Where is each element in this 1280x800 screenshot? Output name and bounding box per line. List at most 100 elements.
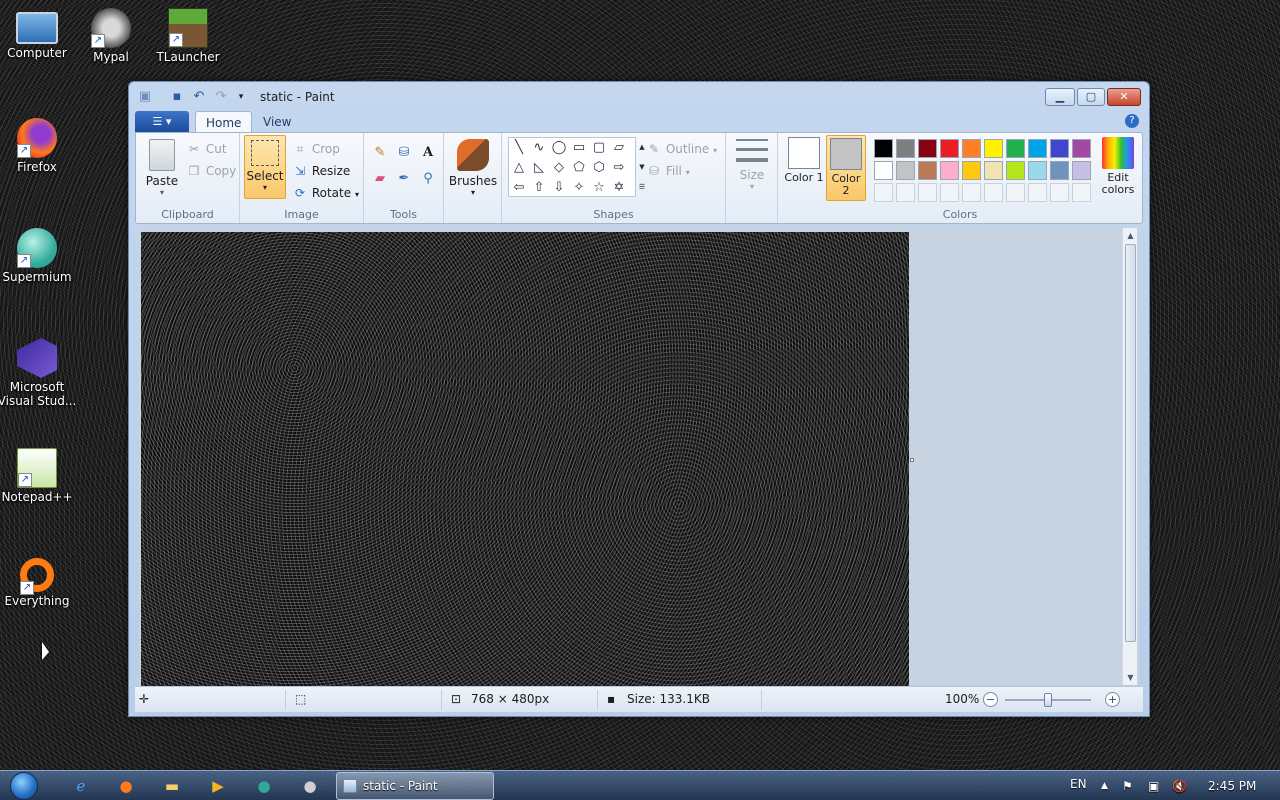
text-icon[interactable]: A xyxy=(418,143,438,163)
arrow-right-shape-icon[interactable]: ⇨ xyxy=(609,158,629,178)
custom-color-slot[interactable] xyxy=(940,183,959,202)
triangle-shape-icon[interactable]: △ xyxy=(509,158,529,178)
desktop-icon-supermium[interactable]: ↗ Supermium xyxy=(0,228,77,284)
desktop-icon-everything[interactable]: ↗ Everything xyxy=(0,558,77,608)
line-shape-icon[interactable]: ╲ xyxy=(509,138,529,158)
color-swatch[interactable] xyxy=(896,161,915,180)
desktop-icon-mypal[interactable]: ↗ Mypal xyxy=(71,8,151,64)
hexagon-shape-icon[interactable]: ⬡ xyxy=(589,158,609,178)
color-swatch[interactable] xyxy=(918,161,937,180)
mypal-taskbar-icon[interactable]: ● xyxy=(297,774,323,798)
undo-icon[interactable]: ↶ xyxy=(191,89,207,105)
color-swatch[interactable] xyxy=(1028,139,1047,158)
zoom-slider[interactable] xyxy=(1005,693,1091,707)
rounded-rect-shape-icon[interactable]: ▢ xyxy=(589,138,609,158)
right-triangle-shape-icon[interactable]: ◺ xyxy=(529,158,549,178)
color-swatch[interactable] xyxy=(940,139,959,158)
color-swatch[interactable] xyxy=(940,161,959,180)
canvas-resize-handle[interactable] xyxy=(910,458,914,462)
custom-color-slot[interactable] xyxy=(1006,183,1025,202)
supermium-taskbar-icon[interactable]: ● xyxy=(251,774,277,798)
desktop-icon-firefox[interactable]: ↗ Firefox xyxy=(0,118,77,174)
show-hidden-icons[interactable]: ▲ xyxy=(1101,778,1108,794)
polygon-shape-icon[interactable]: ⏥ xyxy=(609,138,629,158)
flag-icon[interactable]: ⚑ xyxy=(1122,778,1133,794)
drawing-canvas[interactable] xyxy=(141,232,909,686)
pencil-icon[interactable]: ✎ xyxy=(370,143,390,163)
custom-color-slot[interactable] xyxy=(918,183,937,202)
zoom-out-button[interactable]: − xyxy=(983,692,998,707)
zoom-slider-thumb[interactable] xyxy=(1044,693,1052,707)
tab-home[interactable]: Home xyxy=(195,111,253,133)
arrow-up-shape-icon[interactable]: ⇧ xyxy=(529,178,549,198)
crop-button[interactable]: ⌗ Crop xyxy=(292,141,340,157)
color-swatch[interactable] xyxy=(918,139,937,158)
tab-view[interactable]: View xyxy=(253,111,301,133)
color-swatch[interactable] xyxy=(962,139,981,158)
color-swatch[interactable] xyxy=(874,161,893,180)
color-swatch[interactable] xyxy=(1006,139,1025,158)
eraser-icon[interactable]: ▰ xyxy=(370,169,390,189)
edit-colors-button[interactable]: Edit colors xyxy=(1096,137,1140,201)
clock[interactable]: 2:45 PM xyxy=(1208,778,1256,794)
network-icon[interactable]: ▣ xyxy=(1148,778,1159,794)
desktop-icon-computer[interactable]: Computer xyxy=(0,8,77,60)
color2-button[interactable]: Color 2 xyxy=(826,135,866,201)
fill-button[interactable]: ⛁ Fill ▾ xyxy=(646,163,690,181)
scroll-down-icon[interactable]: ▼ xyxy=(1123,670,1138,685)
title-bar[interactable]: ▣ ▪ ↶ ↷ ▾ static - Paint ▁ ▢ ✕ xyxy=(129,82,1149,112)
media-player-icon[interactable]: ▶ xyxy=(205,774,231,798)
color-picker-icon[interactable]: ✒ xyxy=(394,169,414,189)
select-button[interactable]: Select ▾ xyxy=(244,135,286,199)
paste-button[interactable]: Paste ▾ xyxy=(142,139,182,197)
app-menu-button[interactable]: ☰ ▾ xyxy=(135,111,189,132)
star6-shape-icon[interactable]: ✡ xyxy=(609,178,629,198)
copy-button[interactable]: ❐ Copy xyxy=(186,163,237,179)
color1-button[interactable]: Color 1 xyxy=(784,137,824,201)
custom-color-slot[interactable] xyxy=(1072,183,1091,202)
zoom-in-button[interactable]: + xyxy=(1105,692,1120,707)
custom-color-slot[interactable] xyxy=(896,183,915,202)
custom-color-slot[interactable] xyxy=(874,183,893,202)
internet-explorer-icon[interactable]: ℯ xyxy=(68,774,94,798)
close-button[interactable]: ✕ xyxy=(1107,88,1141,106)
curve-shape-icon[interactable]: ∿ xyxy=(529,138,549,158)
custom-color-slot[interactable] xyxy=(1028,183,1047,202)
color-swatch[interactable] xyxy=(1006,161,1025,180)
minimize-button[interactable]: ▁ xyxy=(1045,88,1075,106)
size-button[interactable]: Size ▾ xyxy=(732,139,772,191)
arrow-down-shape-icon[interactable]: ⇩ xyxy=(549,178,569,198)
help-icon[interactable]: ? xyxy=(1125,114,1139,128)
magnifier-icon[interactable]: ⚲ xyxy=(418,169,438,189)
star4-shape-icon[interactable]: ✧ xyxy=(569,178,589,198)
custom-color-slot[interactable] xyxy=(984,183,1003,202)
pentagon-shape-icon[interactable]: ⬠ xyxy=(569,158,589,178)
scrollbar-thumb[interactable] xyxy=(1125,244,1136,642)
oval-shape-icon[interactable]: ◯ xyxy=(549,138,569,158)
color-swatch[interactable] xyxy=(984,139,1003,158)
desktop-icon-visual-studio[interactable]: Microsoft Visual Stud... xyxy=(0,338,77,408)
volume-muted-icon[interactable]: 🔇 xyxy=(1172,778,1187,794)
color-swatch[interactable] xyxy=(1028,161,1047,180)
rectangle-shape-icon[interactable]: ▭ xyxy=(569,138,589,158)
cut-button[interactable]: ✂ Cut xyxy=(186,141,227,157)
shapes-gallery[interactable]: ╲ ∿ ◯ ▭ ▢ ⏥ △ ◺ ◇ ⬠ ⬡ ⇨ ⇦ ⇧ ⇩ ✧ ☆ ✡ xyxy=(508,137,636,197)
paint-app-icon[interactable]: ▣ xyxy=(137,89,153,105)
firefox-taskbar-icon[interactable]: ● xyxy=(113,774,139,798)
arrow-left-shape-icon[interactable]: ⇦ xyxy=(509,178,529,198)
desktop-icon-notepadpp[interactable]: ↗ Notepad++ xyxy=(0,448,77,504)
color-swatch[interactable] xyxy=(896,139,915,158)
language-indicator[interactable]: EN xyxy=(1070,776,1087,792)
brushes-button[interactable]: Brushes ▾ xyxy=(448,139,498,197)
color-swatch[interactable] xyxy=(1072,139,1091,158)
custom-color-slot[interactable] xyxy=(962,183,981,202)
color-swatch[interactable] xyxy=(1050,161,1069,180)
explorer-folder-icon[interactable]: ▬ xyxy=(159,774,185,798)
vertical-scrollbar[interactable]: ▲ ▼ xyxy=(1122,228,1137,685)
diamond-shape-icon[interactable]: ◇ xyxy=(549,158,569,178)
fill-bucket-icon[interactable]: ⛁ xyxy=(394,143,414,163)
color-swatch[interactable] xyxy=(874,139,893,158)
start-button[interactable] xyxy=(6,771,46,800)
resize-button[interactable]: ⇲ Resize xyxy=(292,163,350,179)
color-swatch[interactable] xyxy=(962,161,981,180)
